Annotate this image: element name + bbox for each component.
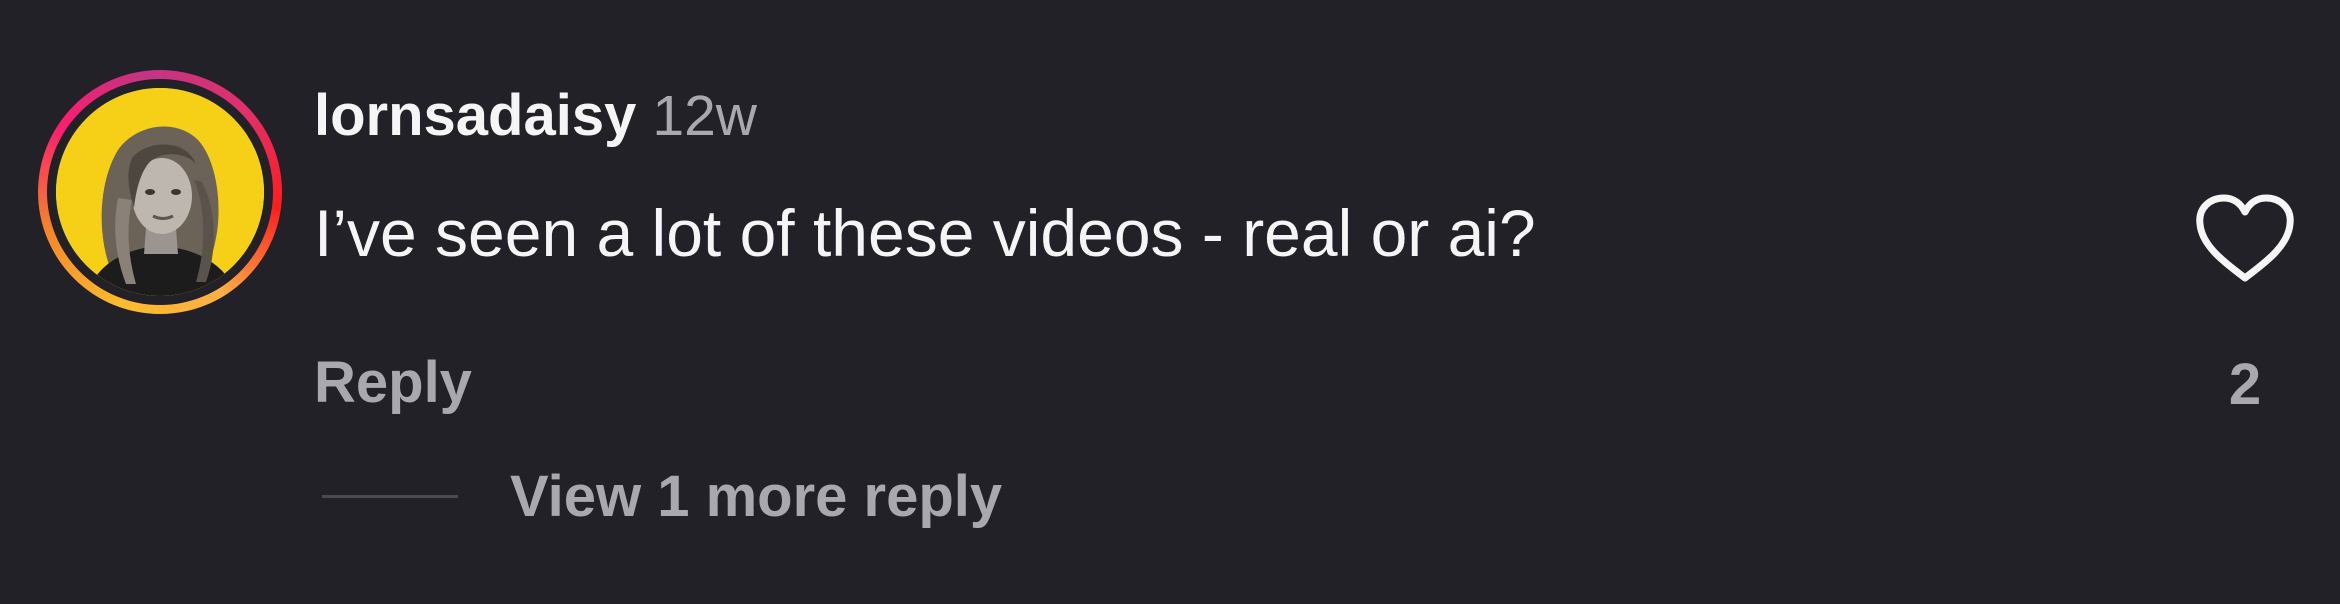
avatar-ring-gap xyxy=(47,79,273,305)
replies-divider xyxy=(322,495,458,498)
user-avatar-icon xyxy=(56,88,264,296)
like-button[interactable] xyxy=(2190,190,2300,290)
username-link[interactable]: lornsadaisy xyxy=(314,83,636,148)
avatar-image xyxy=(56,88,264,296)
reply-button[interactable]: Reply xyxy=(314,338,472,428)
avatar[interactable] xyxy=(38,70,282,314)
comment-item: lornsadaisy 12w I’ve seen a lot of these … xyxy=(0,0,2340,604)
comment-header: lornsadaisy 12w xyxy=(314,76,757,171)
like-count: 2 xyxy=(2228,352,2262,417)
heart-outline-icon xyxy=(2196,194,2294,282)
view-replies-button[interactable]: View 1 more reply xyxy=(510,452,1002,542)
comment-timestamp: 12w xyxy=(652,84,757,148)
comment-text: I’ve seen a lot of these videos - real o… xyxy=(314,196,1536,270)
